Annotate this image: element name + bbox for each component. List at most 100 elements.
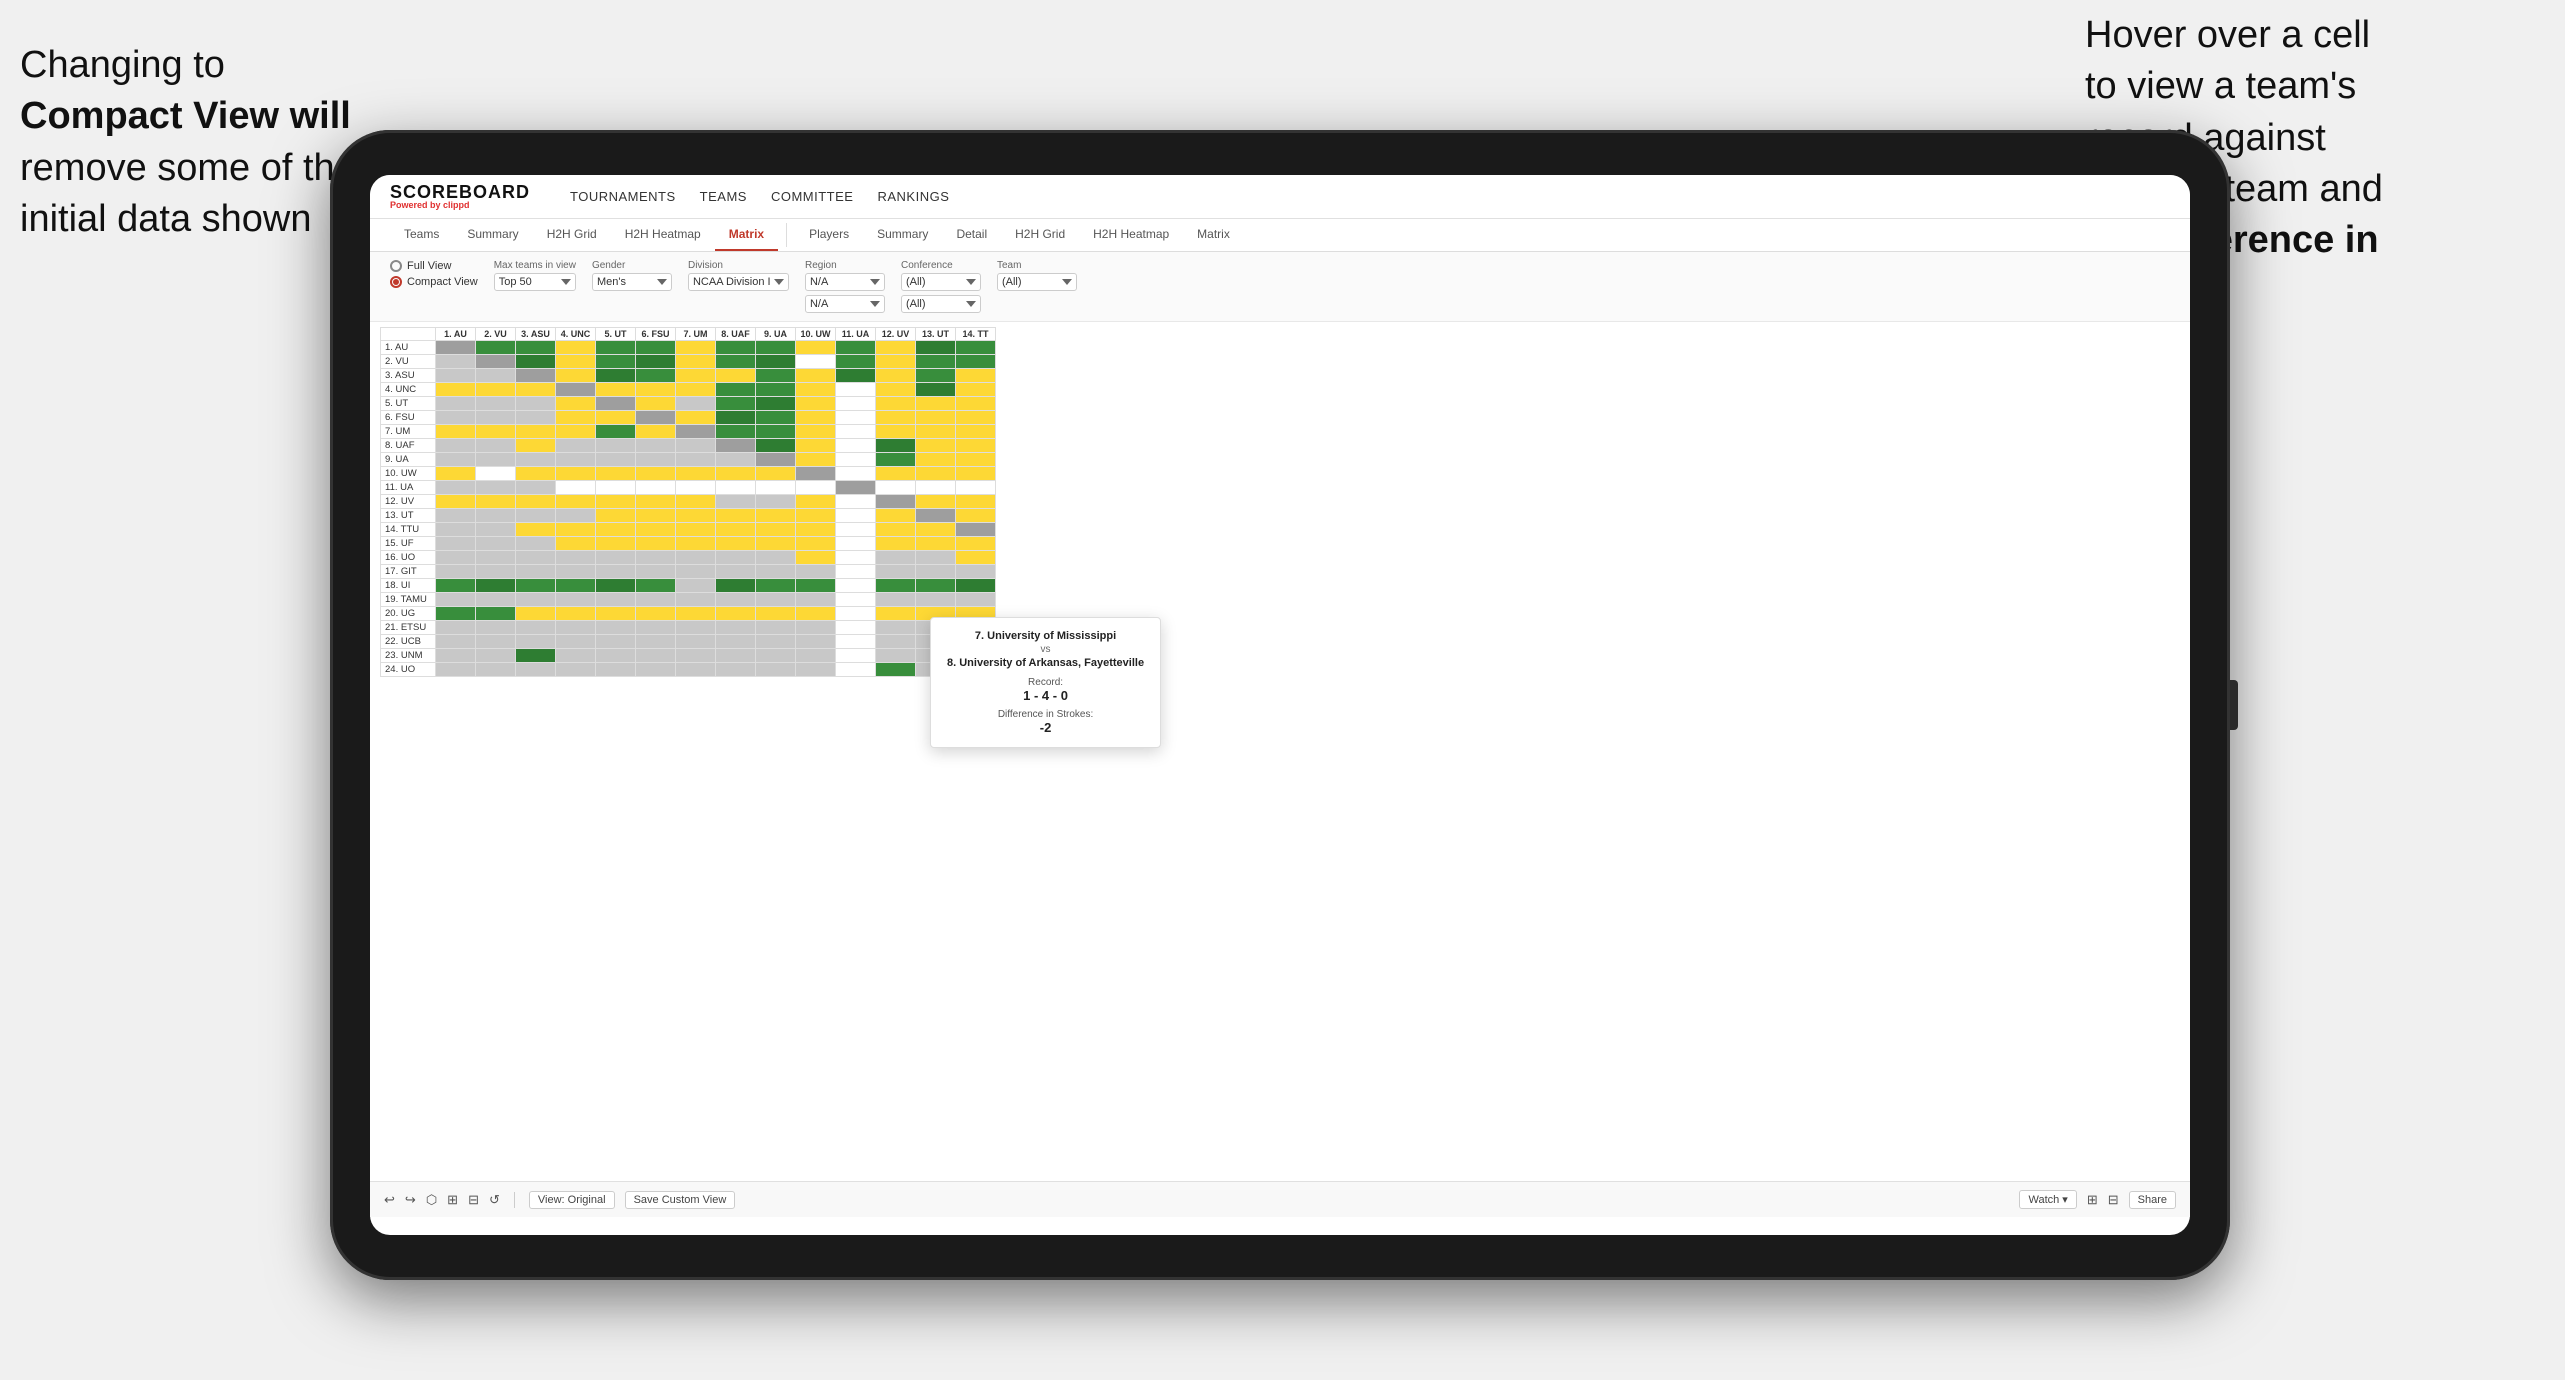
matrix-cell[interactable] (556, 621, 596, 635)
matrix-cell[interactable] (556, 649, 596, 663)
matrix-cell[interactable] (676, 537, 716, 551)
matrix-cell[interactable] (516, 467, 556, 481)
full-view-option[interactable]: Full View (390, 260, 478, 272)
filter-team-select[interactable]: (All) (997, 273, 1077, 291)
matrix-cell[interactable] (796, 425, 836, 439)
matrix-cell[interactable] (476, 551, 516, 565)
matrix-cell[interactable] (756, 355, 796, 369)
matrix-cell[interactable] (756, 495, 796, 509)
matrix-cell[interactable] (556, 579, 596, 593)
matrix-cell[interactable] (516, 439, 556, 453)
matrix-cell[interactable] (556, 607, 596, 621)
matrix-cell[interactable] (836, 621, 876, 635)
matrix-cell[interactable] (516, 397, 556, 411)
save-custom-view-btn[interactable]: Save Custom View (625, 1191, 736, 1209)
matrix-cell[interactable] (716, 537, 756, 551)
matrix-cell[interactable] (636, 551, 676, 565)
matrix-cell[interactable] (516, 341, 556, 355)
matrix-cell[interactable] (716, 411, 756, 425)
matrix-cell[interactable] (756, 481, 796, 495)
matrix-cell[interactable] (476, 467, 516, 481)
matrix-cell[interactable] (436, 383, 476, 397)
matrix-cell[interactable] (556, 439, 596, 453)
matrix-cell[interactable] (836, 355, 876, 369)
matrix-cell[interactable] (556, 453, 596, 467)
matrix-cell[interactable] (876, 425, 916, 439)
matrix-cell[interactable] (436, 481, 476, 495)
matrix-cell[interactable] (836, 467, 876, 481)
matrix-cell[interactable] (676, 341, 716, 355)
matrix-cell[interactable] (756, 411, 796, 425)
matrix-cell[interactable] (956, 523, 996, 537)
matrix-cell[interactable] (836, 593, 876, 607)
matrix-cell[interactable] (716, 635, 756, 649)
matrix-cell[interactable] (836, 635, 876, 649)
matrix-cell[interactable] (956, 425, 996, 439)
matrix-cell[interactable] (596, 649, 636, 663)
matrix-cell[interactable] (436, 341, 476, 355)
matrix-cell[interactable] (516, 509, 556, 523)
matrix-cell[interactable] (956, 481, 996, 495)
matrix-cell[interactable] (796, 579, 836, 593)
matrix-cell[interactable] (716, 481, 756, 495)
nav-teams[interactable]: TEAMS (700, 189, 747, 204)
matrix-cell[interactable] (796, 467, 836, 481)
matrix-cell[interactable] (556, 593, 596, 607)
toolbar-icon-8[interactable]: ⊟ (2108, 1192, 2119, 1208)
matrix-cell[interactable] (476, 579, 516, 593)
matrix-cell[interactable] (556, 565, 596, 579)
matrix-cell[interactable] (556, 663, 596, 677)
matrix-cell[interactable] (836, 649, 876, 663)
matrix-cell[interactable] (836, 383, 876, 397)
matrix-cell[interactable] (596, 369, 636, 383)
matrix-cell[interactable] (516, 369, 556, 383)
watch-btn[interactable]: Watch ▾ (2019, 1190, 2076, 1209)
matrix-cell[interactable] (916, 579, 956, 593)
matrix-cell[interactable] (716, 467, 756, 481)
matrix-cell[interactable] (716, 383, 756, 397)
matrix-cell[interactable] (796, 439, 836, 453)
matrix-cell[interactable] (676, 495, 716, 509)
matrix-cell[interactable] (636, 649, 676, 663)
matrix-cell[interactable] (756, 607, 796, 621)
matrix-cell[interactable] (756, 579, 796, 593)
matrix-cell[interactable] (636, 369, 676, 383)
matrix-cell[interactable] (636, 663, 676, 677)
matrix-cell[interactable] (796, 481, 836, 495)
tab-matrix-1[interactable]: Matrix (715, 219, 778, 251)
matrix-cell[interactable] (676, 439, 716, 453)
matrix-cell[interactable] (796, 565, 836, 579)
matrix-cell[interactable] (596, 551, 636, 565)
matrix-cell[interactable] (756, 523, 796, 537)
matrix-cell[interactable] (516, 383, 556, 397)
matrix-cell[interactable] (596, 425, 636, 439)
matrix-cell[interactable] (476, 621, 516, 635)
matrix-cell[interactable] (596, 509, 636, 523)
matrix-cell[interactable] (676, 411, 716, 425)
matrix-cell[interactable] (676, 621, 716, 635)
matrix-cell[interactable] (596, 341, 636, 355)
matrix-cell[interactable] (436, 663, 476, 677)
matrix-cell[interactable] (876, 663, 916, 677)
matrix-cell[interactable] (516, 593, 556, 607)
matrix-cell[interactable] (676, 607, 716, 621)
matrix-cell[interactable] (956, 579, 996, 593)
matrix-cell[interactable] (436, 607, 476, 621)
filter-conference-select-1[interactable]: (All) (901, 273, 981, 291)
matrix-cell[interactable] (636, 635, 676, 649)
matrix-cell[interactable] (956, 453, 996, 467)
matrix-cell[interactable] (796, 495, 836, 509)
tab-teams[interactable]: Teams (390, 219, 453, 251)
matrix-cell[interactable] (436, 439, 476, 453)
toolbar-redo[interactable]: ↪ (405, 1192, 416, 1208)
matrix-cell[interactable] (636, 579, 676, 593)
matrix-cell[interactable] (796, 663, 836, 677)
matrix-cell[interactable] (836, 663, 876, 677)
matrix-cell[interactable] (876, 649, 916, 663)
matrix-cell[interactable] (556, 397, 596, 411)
matrix-cell[interactable] (756, 621, 796, 635)
matrix-cell[interactable] (796, 411, 836, 425)
matrix-cell[interactable] (476, 663, 516, 677)
matrix-cell[interactable] (836, 425, 876, 439)
matrix-cell[interactable] (516, 411, 556, 425)
